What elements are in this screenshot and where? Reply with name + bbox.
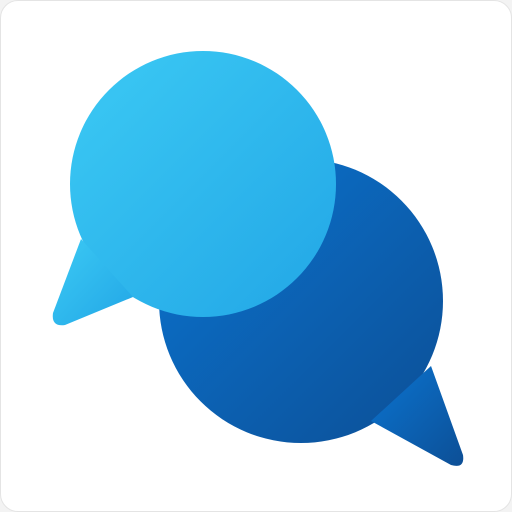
app-icon-tile: [0, 0, 512, 512]
chat-bubbles-icon: [52, 51, 464, 466]
